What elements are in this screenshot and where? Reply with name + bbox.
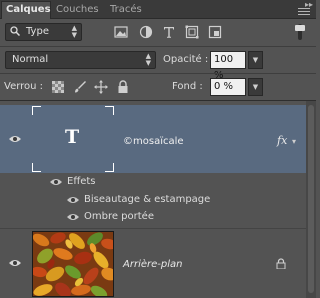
fill-dropdown-button[interactable]: ▼ <box>248 78 263 96</box>
lock-label: Verrou : <box>4 81 44 92</box>
background-layer-thumbnail <box>32 231 114 297</box>
lock-all-icon[interactable] <box>116 80 130 94</box>
lock-transparency-icon[interactable] <box>51 80 65 94</box>
fill-input[interactable]: 0 % <box>210 78 246 96</box>
panel-tab-bar: Calques Couches Tracés ▸▸ <box>0 0 316 19</box>
image-filter-icon[interactable] <box>114 25 128 39</box>
type-layer-icon: T <box>65 126 80 148</box>
visibility-eye-icon[interactable] <box>49 177 63 187</box>
updown-arrow-icon: ▲ ▼ <box>145 52 151 67</box>
filter-kind-select[interactable]: Type ▲ ▼ <box>5 23 82 41</box>
filter-row: Type ▲ ▼ <box>0 19 316 46</box>
blend-mode-select[interactable]: Normal ▲ ▼ <box>5 51 156 69</box>
effect-bevel-label: Biseautage & estampage <box>84 194 211 205</box>
scrollbar-thumb[interactable] <box>308 105 314 293</box>
effect-drop-shadow-label: Ombre portée <box>84 211 154 222</box>
tab-traces[interactable]: Tracés <box>106 2 146 18</box>
layer-locked-icon <box>276 258 286 269</box>
visibility-eye-icon[interactable] <box>66 212 80 222</box>
text-layer-row[interactable]: T ©mosaïcale fx ▾ <box>0 105 306 173</box>
text-layer-thumbnail: T <box>32 106 114 172</box>
text-layer-name[interactable]: ©mosaïcale <box>123 136 184 147</box>
effect-bevel-row[interactable]: Biseautage & estampage <box>0 192 306 208</box>
smart-object-filter-icon[interactable] <box>208 25 222 39</box>
search-icon <box>10 26 20 36</box>
visibility-eye-icon[interactable] <box>8 258 22 268</box>
background-layer-row[interactable]: Arrière-plan <box>0 229 306 297</box>
visibility-eye-icon[interactable] <box>66 195 80 205</box>
lock-pixels-brush-icon[interactable] <box>73 80 87 94</box>
adjustment-filter-icon[interactable] <box>139 25 153 39</box>
filter-toggle[interactable] <box>293 24 307 40</box>
type-filter-icon[interactable] <box>162 25 176 39</box>
layers-scrollbar[interactable] <box>306 101 316 298</box>
fill-label: Fond : <box>172 81 203 92</box>
opacity-dropdown-button[interactable]: ▼ <box>248 51 263 69</box>
effect-drop-shadow-row[interactable]: Ombre portée <box>0 209 306 225</box>
opacity-label: Opacité : <box>163 54 209 65</box>
visibility-eye-icon[interactable] <box>8 134 22 144</box>
fx-icon[interactable]: fx <box>277 134 287 147</box>
lock-position-move-icon[interactable] <box>94 80 108 94</box>
layers-list: T ©mosaïcale fx ▾ Effets Biseautage & es… <box>0 101 316 298</box>
shape-filter-icon[interactable] <box>185 25 199 39</box>
effects-label: Effets <box>67 176 96 187</box>
filter-kind-value: Type <box>26 26 49 37</box>
blend-row: Normal ▲ ▼ Opacité : 100 % ▼ <box>0 47 316 81</box>
blend-mode-value: Normal <box>12 54 49 65</box>
updown-arrow-icon: ▲ ▼ <box>71 24 77 39</box>
effects-group-row[interactable]: Effets <box>0 174 306 190</box>
lock-row: Verrou : Fond : 0 % ▼ <box>0 74 316 100</box>
layers-panel: Calques Couches Tracés ▸▸ Type ▲ ▼ Norma… <box>0 0 316 298</box>
panel-menu-icon[interactable] <box>298 8 310 18</box>
tab-calques[interactable]: Calques <box>1 1 51 19</box>
opacity-input[interactable]: 100 % <box>210 51 246 81</box>
background-layer-name[interactable]: Arrière-plan <box>123 259 182 270</box>
expand-effects-icon[interactable]: ▾ <box>292 137 296 146</box>
tab-couches[interactable]: Couches <box>52 2 104 18</box>
